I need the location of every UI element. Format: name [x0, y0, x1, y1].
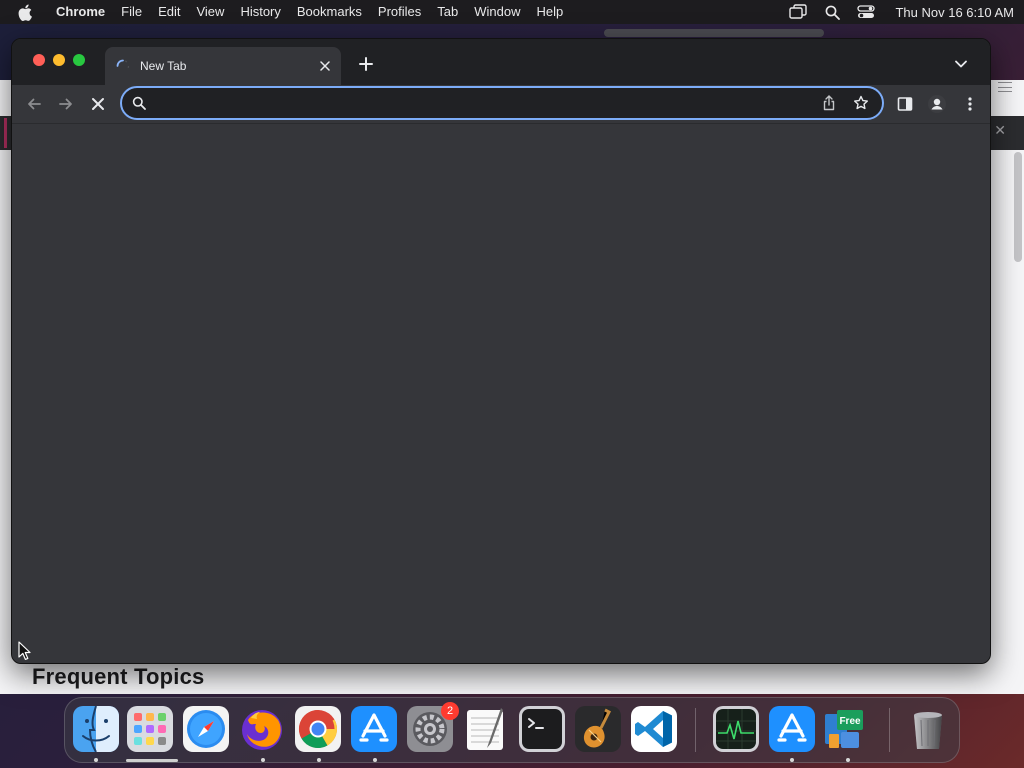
dock-terminal-icon[interactable] — [519, 706, 565, 752]
dock-vscode-icon[interactable] — [631, 706, 677, 752]
back-arrow-icon[interactable] — [22, 92, 46, 116]
dock-safari-icon[interactable] — [183, 706, 229, 752]
menu-bar-clock[interactable]: Thu Nov 16 6:10 AM — [895, 5, 1014, 20]
close-icon[interactable]: ✕ — [994, 122, 1006, 139]
window-minimize-button[interactable] — [53, 54, 65, 66]
dock-finder-icon[interactable] — [73, 706, 119, 752]
menu-app-name[interactable]: Chrome — [52, 0, 113, 24]
hamburger-menu-icon[interactable] — [998, 82, 1012, 92]
menu-view[interactable]: View — [188, 0, 232, 24]
dock-running-indicator — [261, 758, 265, 762]
dock-running-indicator — [846, 758, 850, 762]
mouse-cursor-icon — [18, 641, 32, 661]
menu-file[interactable]: File — [113, 0, 150, 24]
dock-trash-icon[interactable] — [905, 706, 951, 752]
address-bar-input[interactable] — [156, 95, 818, 111]
window-zoom-button[interactable] — [73, 54, 85, 66]
menu-profiles[interactable]: Profiles — [370, 0, 429, 24]
notification-badge: 2 — [441, 702, 459, 720]
side-panel-icon[interactable] — [894, 93, 916, 115]
address-bar[interactable] — [120, 86, 884, 120]
menu-window[interactable]: Window — [466, 0, 528, 24]
section-heading: Frequent Topics — [32, 664, 205, 689]
background-window-accent — [4, 118, 7, 148]
dock-garageband-icon[interactable] — [575, 706, 621, 752]
spotlight-search-icon[interactable] — [823, 3, 841, 21]
share-icon[interactable] — [818, 92, 840, 114]
dock-running-indicator — [94, 758, 98, 762]
apple-menu-icon[interactable] — [18, 3, 36, 21]
page-content-blank[interactable] — [12, 124, 990, 663]
dock-firefox-icon[interactable] — [239, 706, 285, 752]
dock-running-indicator — [317, 758, 321, 762]
window-close-button[interactable] — [33, 54, 45, 66]
browser-toolbar — [12, 85, 990, 123]
tab-new-tab[interactable]: New Tab — [105, 47, 341, 85]
menu-help[interactable]: Help — [529, 0, 572, 24]
forward-arrow-icon[interactable] — [54, 92, 78, 116]
profile-avatar-icon[interactable] — [926, 93, 948, 115]
scrollbar[interactable] — [1014, 152, 1022, 262]
dock-launch-progress — [126, 759, 178, 762]
dock-separator — [889, 708, 890, 752]
tab-title: New Tab — [140, 59, 187, 73]
dock-app-store-icon[interactable] — [351, 706, 397, 752]
dock-chrome-icon[interactable] — [295, 706, 341, 752]
bookmark-star-icon[interactable] — [850, 92, 872, 114]
loading-spinner-icon — [116, 59, 130, 73]
tab-strip: New Tab — [12, 39, 990, 85]
tab-search-chevron-down-icon[interactable] — [952, 55, 970, 73]
menu-bar: Chrome File Edit View History Bookmarks … — [0, 0, 1024, 24]
svg-text:Free: Free — [839, 716, 861, 727]
search-icon — [132, 95, 148, 111]
dock-separator — [695, 708, 696, 752]
dock-system-settings-icon[interactable]: 2 — [407, 702, 459, 752]
dock-app-store-icon[interactable] — [769, 706, 815, 752]
new-tab-plus-icon[interactable] — [356, 54, 376, 74]
dock-launchpad-icon[interactable] — [127, 706, 173, 752]
control-center-icon[interactable] — [857, 3, 876, 21]
stop-loading-x-icon[interactable] — [86, 92, 110, 116]
more-vert-menu-icon[interactable] — [959, 93, 981, 115]
dock-activity-monitor-icon[interactable] — [713, 706, 759, 752]
menu-tab[interactable]: Tab — [429, 0, 466, 24]
dock-free-app-icon[interactable]: Free — [823, 706, 869, 752]
dock-running-indicator — [790, 758, 794, 762]
dock-textedit-icon[interactable] — [463, 706, 509, 752]
window-drag-handle — [604, 29, 824, 37]
tab-close-icon[interactable] — [317, 58, 333, 74]
menu-history[interactable]: History — [232, 0, 288, 24]
dock-running-indicator — [373, 758, 377, 762]
menu-bookmarks[interactable]: Bookmarks — [289, 0, 370, 24]
dock: 2 Free — [64, 697, 960, 763]
screen-mirroring-icon[interactable] — [789, 3, 808, 21]
menu-edit[interactable]: Edit — [150, 0, 188, 24]
chrome-window: New Tab — [11, 38, 991, 664]
